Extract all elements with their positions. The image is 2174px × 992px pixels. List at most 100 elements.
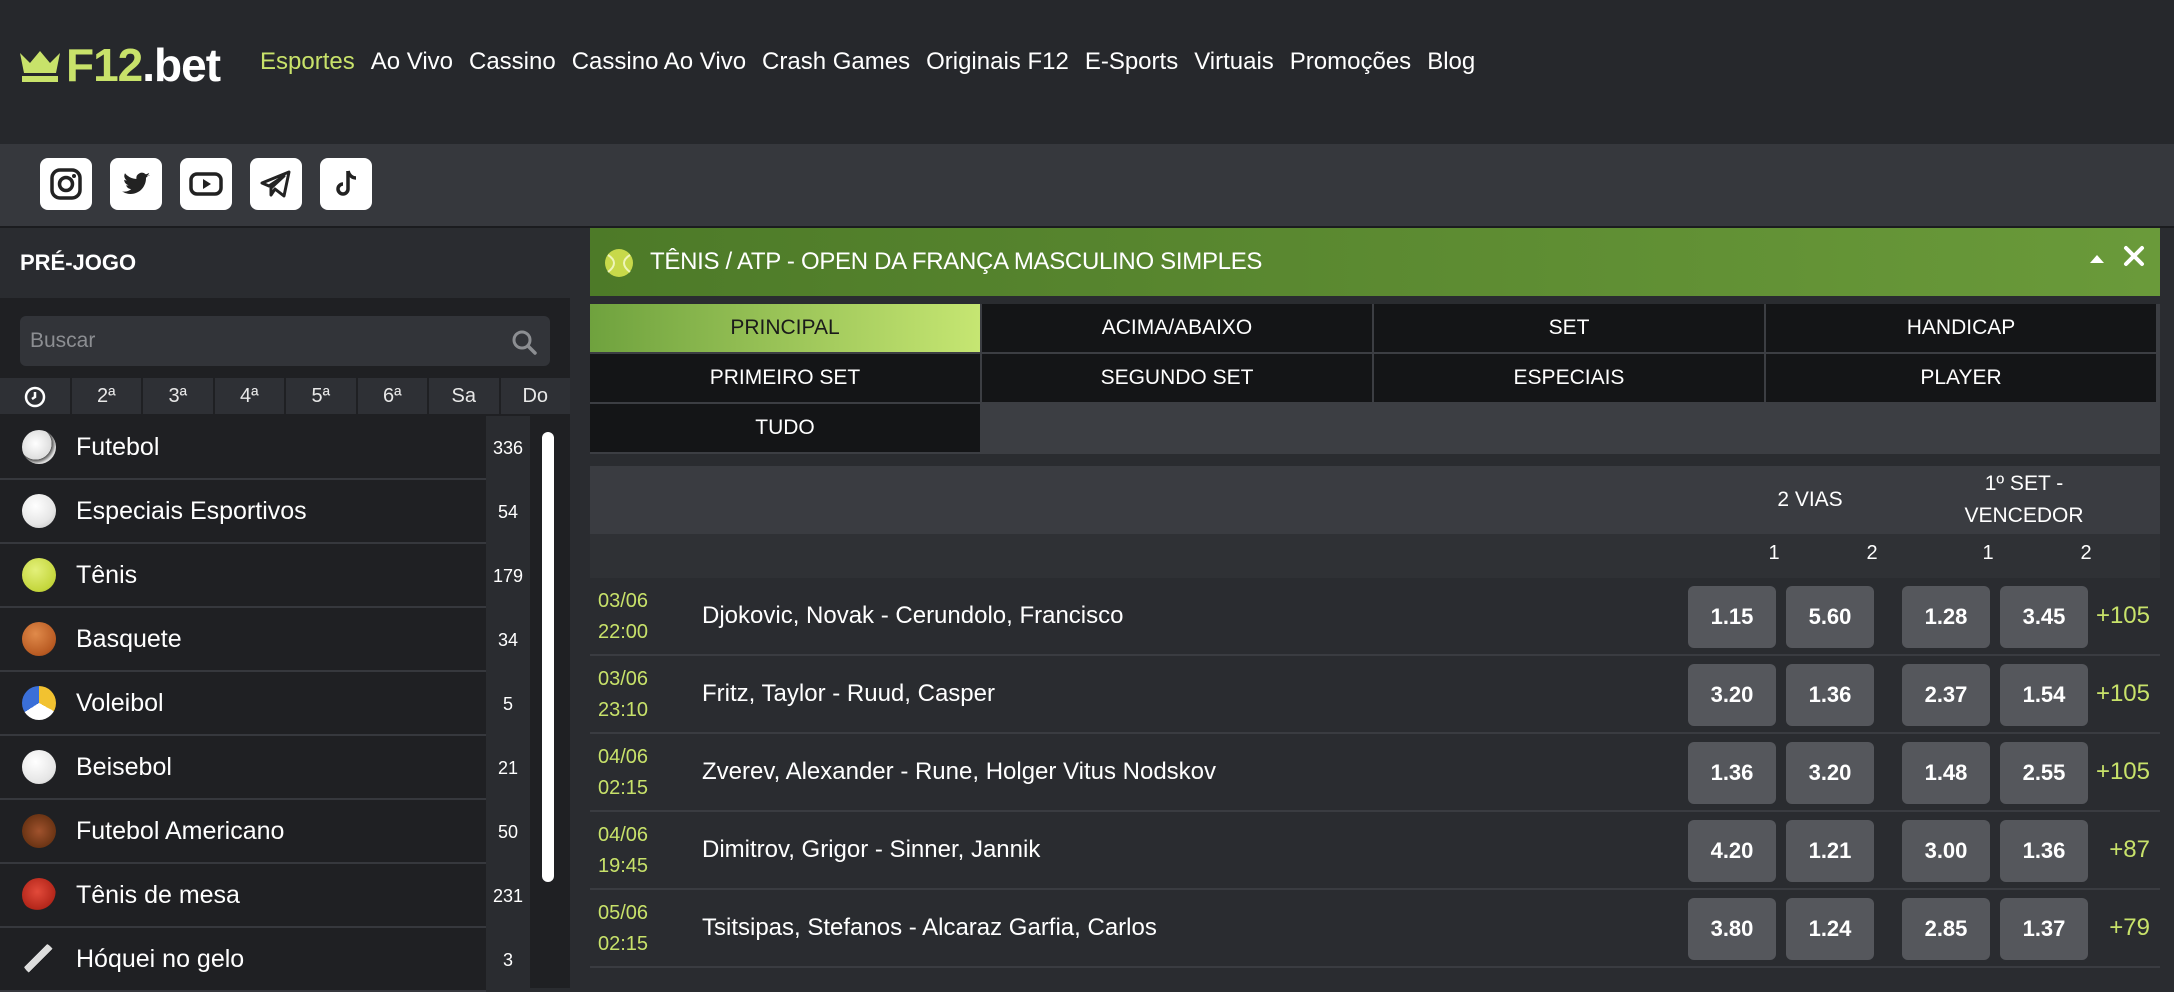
sport-name: Beisebol	[76, 752, 172, 781]
ice-hockey-icon	[22, 942, 56, 976]
league-title: TÊNIS / ATP - OPEN DA FRANÇA MASCULINO S…	[650, 248, 1263, 275]
volleyball-icon	[22, 686, 56, 720]
odd-button[interactable]: 2.85	[1902, 898, 1990, 960]
sport-name: Especiais Esportivos	[76, 496, 307, 525]
chevron-up-icon[interactable]	[2086, 248, 2108, 270]
nav-item-originais-f12[interactable]: Originais F12	[926, 48, 1069, 76]
market-tab-handicap[interactable]: HANDICAP	[1766, 304, 2156, 352]
odd-button[interactable]: 5.60	[1786, 586, 1874, 648]
day-tab[interactable]: 6ª	[358, 378, 429, 414]
odd-button[interactable]: 1.48	[1902, 742, 1990, 804]
more-markets-link[interactable]: +79	[2109, 914, 2150, 942]
search-icon[interactable]	[510, 328, 538, 356]
odd-button[interactable]: 3.20	[1786, 742, 1874, 804]
sport-item-tenis[interactable]: Tênis 179	[0, 544, 530, 608]
tiktok-icon[interactable]	[320, 158, 372, 210]
sport-item-beisebol[interactable]: Beisebol 21	[0, 736, 530, 800]
market-tab-player[interactable]: PLAYER	[1766, 354, 2156, 402]
match-row: 04/06 02:15 Zverev, Alexander - Rune, Holg…	[590, 734, 2160, 812]
day-filter-tabs: 2ª 3ª 4ª 5ª 6ª Sa Do	[0, 378, 570, 414]
league-header[interactable]: TÊNIS / ATP - OPEN DA FRANÇA MASCULINO S…	[590, 228, 2160, 296]
odd-button[interactable]: 2.55	[2000, 742, 2088, 804]
odd-button[interactable]: 1.28	[1902, 586, 1990, 648]
market-tab-especiais[interactable]: ESPECIAIS	[1374, 354, 1764, 402]
odd-button[interactable]: 1.37	[2000, 898, 2088, 960]
close-icon[interactable]	[2122, 244, 2146, 268]
match-time: 22:00	[598, 621, 649, 643]
day-tab[interactable]: Sa	[429, 378, 501, 414]
more-markets-link[interactable]: +105	[2096, 680, 2150, 708]
col-header-2: 2	[1866, 542, 1878, 564]
market-tab-set[interactable]: SET	[1374, 304, 1764, 352]
market-tab-principal[interactable]: PRINCIPAL	[590, 304, 980, 352]
day-tab[interactable]: Do	[501, 378, 571, 414]
nav-item-promo-es[interactable]: Promoções	[1290, 48, 1411, 76]
sport-count: 3	[486, 928, 530, 992]
nav-item-e-sports[interactable]: E-Sports	[1085, 48, 1178, 76]
sport-count: 50	[486, 800, 530, 864]
match-teams[interactable]: Zverev, Alexander - Rune, Holger Vitus N…	[702, 758, 1216, 786]
sidebar-title: PRÉ-JOGO	[0, 228, 570, 298]
youtube-icon[interactable]	[180, 158, 232, 210]
sport-name: Tênis	[76, 560, 138, 589]
search-input[interactable]	[20, 316, 490, 366]
odd-button[interactable]: 1.24	[1786, 898, 1874, 960]
nav-item-ao-vivo[interactable]: Ao Vivo	[371, 48, 453, 76]
nav-item-blog[interactable]: Blog	[1427, 48, 1475, 76]
crown-logo-icon	[20, 51, 60, 82]
more-markets-link[interactable]: +87	[2109, 836, 2150, 864]
odd-button[interactable]: 3.20	[1688, 664, 1776, 726]
odd-button[interactable]: 4.20	[1688, 820, 1776, 882]
sport-item-futebol-americano[interactable]: Futebol Americano 50	[0, 800, 530, 864]
col-header-1: 1	[1768, 542, 1780, 564]
market-tab-segundo-set[interactable]: SEGUNDO SET	[982, 354, 1372, 402]
day-tab[interactable]: 4ª	[215, 378, 286, 414]
more-markets-link[interactable]: +105	[2096, 758, 2150, 786]
sport-name: Basquete	[76, 624, 182, 653]
day-tab[interactable]: 5ª	[286, 378, 358, 414]
odd-button[interactable]: 1.54	[2000, 664, 2088, 726]
day-tab[interactable]: 3ª	[143, 378, 215, 414]
instagram-icon[interactable]	[40, 158, 92, 210]
more-markets-link[interactable]: +105	[2096, 602, 2150, 630]
market-tab-primeiro-set[interactable]: PRIMEIRO SET	[590, 354, 980, 402]
odd-button[interactable]: 1.15	[1688, 586, 1776, 648]
sidebar-scrollbar[interactable]	[540, 424, 556, 988]
odd-button[interactable]: 1.36	[2000, 820, 2088, 882]
logo-bet: .bet	[142, 39, 221, 91]
f12bet-logo[interactable]: F12.bet	[18, 39, 221, 91]
sport-item-especiais-esportivos[interactable]: Especiais Esportivos 54	[0, 480, 530, 544]
nav-item-virtuais[interactable]: Virtuais	[1194, 48, 1274, 76]
odd-button[interactable]: 2.37	[1902, 664, 1990, 726]
nav-item-crash-games[interactable]: Crash Games	[762, 48, 910, 76]
match-row: 04/06 19:45 Dimitrov, Grigor - Sinner, Jan…	[590, 812, 2160, 890]
odd-button[interactable]: 3.80	[1688, 898, 1776, 960]
nav-item-cassino[interactable]: Cassino	[469, 48, 556, 76]
match-teams[interactable]: Dimitrov, Grigor - Sinner, Jannik	[702, 836, 1040, 864]
odd-button[interactable]: 1.21	[1786, 820, 1874, 882]
sport-item-voleibol[interactable]: Voleibol 5	[0, 672, 530, 736]
match-teams[interactable]: Tsitsipas, Stefanos - Alcaraz Garfia, Ca…	[702, 914, 1157, 942]
sport-item-hoquei-no-gelo[interactable]: Hóquei no gelo 3	[0, 928, 530, 992]
market-tab-tudo[interactable]: TUDO	[590, 404, 980, 452]
nav-item-cassino-ao-vivo[interactable]: Cassino Ao Vivo	[572, 48, 746, 76]
logo-f12: F12	[66, 39, 143, 91]
nav-item-esportes[interactable]: Esportes	[260, 48, 355, 76]
match-teams[interactable]: Djokovic, Novak - Cerundolo, Francisco	[702, 602, 1124, 630]
odd-button[interactable]: 3.45	[2000, 586, 2088, 648]
odd-button[interactable]: 1.36	[1688, 742, 1776, 804]
day-tab-all[interactable]	[0, 378, 72, 414]
match-teams[interactable]: Fritz, Taylor - Ruud, Casper	[702, 680, 995, 708]
match-date: 03/06	[598, 590, 649, 612]
market-tab-acima-abaixo[interactable]: ACIMA/ABAIXO	[982, 304, 1372, 352]
sport-item-tenis-de-mesa[interactable]: Tênis de mesa 231	[0, 864, 530, 928]
odd-button[interactable]: 3.00	[1902, 820, 1990, 882]
telegram-icon[interactable]	[250, 158, 302, 210]
day-tab[interactable]: 2ª	[72, 378, 143, 414]
sport-item-basquete[interactable]: Basquete 34	[0, 608, 530, 672]
twitter-icon[interactable]	[110, 158, 162, 210]
sport-count: 34	[486, 608, 530, 672]
scroll-thumb[interactable]	[542, 432, 554, 882]
sport-item-futebol[interactable]: Futebol 336	[0, 416, 530, 480]
odd-button[interactable]: 1.36	[1786, 664, 1874, 726]
